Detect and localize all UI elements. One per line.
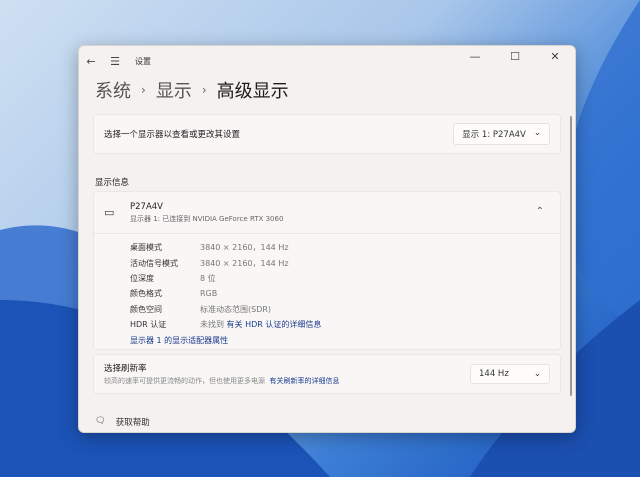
refresh-rate-value: 144 Hz xyxy=(479,369,509,379)
help-icon: 🗨 xyxy=(95,416,106,426)
info-row: 颜色空间 标准动态范围(SDR) xyxy=(130,302,560,317)
info-value: 未找到 xyxy=(200,320,224,330)
chevron-down-icon: ⌄ xyxy=(533,128,541,138)
hdr-info-link[interactable]: 有关 HDR 认证的详细信息 xyxy=(227,319,322,330)
display-subtitle: 显示器 1: 已连接到 NVIDIA GeForce RTX 3060 xyxy=(130,214,284,223)
section-title: 显示信息 xyxy=(95,178,130,188)
menu-icon[interactable]: ☰ xyxy=(103,55,127,68)
info-value: 3840 × 2160，144 Hz xyxy=(200,243,289,253)
laptop-icon: ▭ xyxy=(104,206,115,219)
adapter-properties-link[interactable]: 显示器 1 的显示适配器属性 xyxy=(130,335,228,346)
refresh-rate-link[interactable]: 有关刷新率的详细信息 xyxy=(269,377,339,385)
info-value: RGB xyxy=(200,289,218,299)
chevron-down-icon: ⌄ xyxy=(533,369,541,379)
chevron-right-icon: › xyxy=(201,83,207,97)
settings-window: ← ☰ 设置 — ☐ ✕ 系统 › 显示 › 高级显示 选择一个显示器以查看或更改其… xyxy=(78,45,576,433)
minimize-button[interactable]: — xyxy=(455,50,495,63)
info-key: 桌面模式 xyxy=(130,243,162,253)
refresh-rate-card: 选择刷新率 较高的速率可提供更流畅的动作，但也使用更多电源 有关刷新率的详细信息… xyxy=(93,354,561,394)
info-row: 颜色格式 RGB xyxy=(130,286,560,301)
close-button[interactable]: ✕ xyxy=(535,50,575,63)
info-key: 活动信号模式 xyxy=(130,258,178,268)
info-row: 位深度 8 位 xyxy=(130,271,560,286)
get-help-label: 获取帮助 xyxy=(115,418,150,428)
info-row: 桌面模式 3840 × 2160，144 Hz xyxy=(130,240,560,255)
display-dropdown[interactable]: 显示 1: P27A4V ⌄ xyxy=(453,123,550,145)
refresh-rate-title: 选择刷新率 xyxy=(104,364,147,374)
display-dropdown-value: 显示 1: P27A4V xyxy=(462,130,526,140)
breadcrumb-advanced-display: 高级显示 xyxy=(216,81,289,102)
info-row: 活动信号模式 3840 × 2160，144 Hz xyxy=(130,255,560,270)
chevron-up-icon[interactable]: ⌃ xyxy=(536,206,544,217)
breadcrumb-system[interactable]: 系统 xyxy=(95,77,131,103)
breadcrumb: 系统 › 显示 › 高级显示 xyxy=(95,77,289,103)
scrollbar[interactable] xyxy=(570,116,572,396)
refresh-rate-desc: 较高的速率可提供更流畅的动作，但也使用更多电源 xyxy=(104,377,265,385)
display-info-card: ▭ P27A4V 显示器 1: 已连接到 NVIDIA GeForce RTX 3… xyxy=(93,191,561,350)
refresh-rate-dropdown[interactable]: 144 Hz ⌄ xyxy=(470,364,550,384)
info-value: 3840 × 2160，144 Hz xyxy=(200,258,289,268)
info-value: 标准动态范围(SDR) xyxy=(200,304,272,314)
window-title: 设置 xyxy=(135,56,151,66)
info-key: HDR 认证 xyxy=(130,320,167,330)
display-name: P27A4V xyxy=(130,201,163,212)
back-arrow-icon[interactable]: ← xyxy=(79,55,103,68)
info-key: 颜色格式 xyxy=(130,289,162,299)
info-value: 8 位 xyxy=(200,273,216,283)
breadcrumb-display[interactable]: 显示 xyxy=(156,77,192,103)
chevron-right-icon: › xyxy=(141,83,146,97)
maximize-button[interactable]: ☐ xyxy=(495,50,535,63)
select-display-label: 选择一个显示器以查看或更改其设置 xyxy=(104,130,241,140)
info-row: HDR 认证 未找到 有关 HDR 认证的详细信息 xyxy=(130,317,560,332)
select-display-card: 选择一个显示器以查看或更改其设置 显示 1: P27A4V ⌄ xyxy=(93,114,561,154)
get-help-link[interactable]: 🗨 获取帮助 xyxy=(95,416,150,428)
info-key: 颜色空间 xyxy=(130,304,162,314)
info-key: 位深度 xyxy=(130,273,154,283)
display-info-header[interactable]: ▭ P27A4V 显示器 1: 已连接到 NVIDIA GeForce RTX 3… xyxy=(94,192,560,234)
